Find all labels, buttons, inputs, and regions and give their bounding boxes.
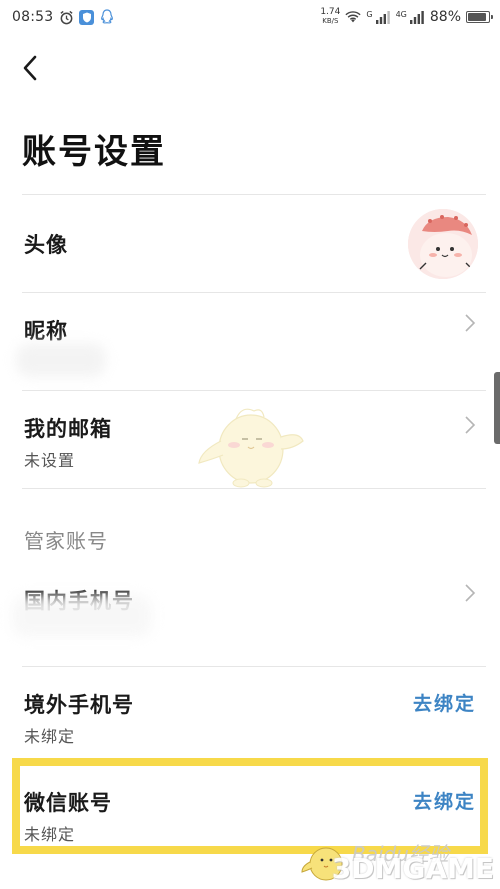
chick-watermark-illustration — [198, 408, 304, 488]
settings-row-avatar[interactable]: 头像 — [22, 194, 486, 292]
page-title: 账号设置 — [22, 132, 166, 172]
blurred-value — [12, 595, 152, 637]
battery-percent: 88% — [429, 9, 461, 25]
bind-overseas-phone-button[interactable]: 去绑定 — [413, 689, 476, 716]
avatar[interactable] — [408, 209, 478, 279]
chevron-right-icon — [465, 584, 476, 602]
settings-section-steward: 管家账号 国内手机号 — [12, 488, 486, 667]
wifi-icon — [345, 9, 361, 25]
row-title-email: 我的邮箱 — [24, 417, 112, 441]
status-left: 08:53 — [12, 9, 115, 25]
settings-row-overseas-phone[interactable]: 境外手机号 未绑定 去绑定 — [22, 666, 486, 764]
avatar-image — [408, 209, 478, 279]
status-right: 1.74 KB/S G 4G 88% — [320, 8, 493, 26]
section-label-steward-account: 管家账号 — [24, 529, 108, 553]
signal1-label: G — [366, 10, 373, 19]
qq-icon — [99, 9, 115, 25]
battery-level-fill — [468, 13, 486, 21]
network-speed-value: 1.74 — [320, 7, 341, 17]
brand-watermark: 3DMGAME — [331, 852, 494, 885]
scrollbar-thumb[interactable] — [494, 372, 500, 444]
status-time: 08:53 — [12, 9, 54, 25]
battery-icon — [466, 11, 493, 23]
row-title-overseas-phone: 境外手机号 — [24, 693, 134, 717]
settings-row-domestic-phone[interactable]: 国内手机号 — [12, 573, 486, 667]
row-title-nickname: 昵称 — [24, 319, 68, 343]
status-bar: 08:53 1.74 KB/S G 4G 88% — [0, 0, 500, 34]
chevron-right-icon — [465, 314, 476, 332]
chevron-left-icon — [23, 55, 37, 81]
settings-row-email[interactable]: 我的邮箱 未设置 — [22, 390, 486, 488]
network-speed: 1.74 KB/S — [320, 8, 340, 26]
alarm-icon — [58, 9, 74, 25]
signal2-label: 4G — [395, 10, 407, 19]
row-subtitle-overseas-phone: 未绑定 — [24, 727, 76, 746]
network-speed-unit: KB/S — [322, 17, 339, 25]
chevron-right-icon — [465, 416, 476, 434]
blurred-value — [16, 343, 106, 377]
row-title-avatar: 头像 — [24, 233, 68, 257]
row-subtitle-email: 未设置 — [24, 451, 76, 470]
settings-row-nickname[interactable]: 昵称 — [16, 292, 486, 390]
security-shield-icon — [79, 9, 95, 25]
back-button[interactable] — [10, 48, 50, 88]
signal-icon — [375, 9, 391, 25]
signal-4g-icon — [409, 9, 425, 25]
